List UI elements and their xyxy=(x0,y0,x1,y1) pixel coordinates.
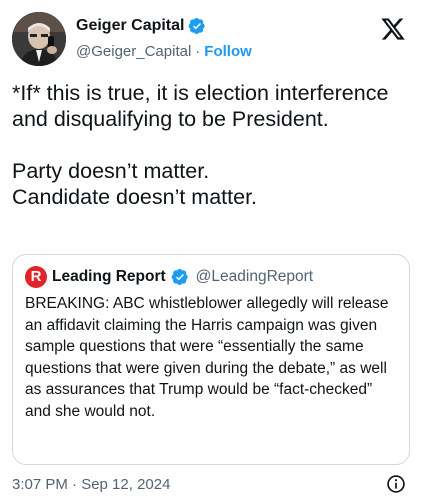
info-icon[interactable] xyxy=(386,474,406,494)
avatar-photo xyxy=(12,12,66,66)
tweet-header: Geiger Capital @Geiger_Capital · Follow xyxy=(12,12,410,66)
follow-button[interactable]: Follow xyxy=(204,43,252,60)
tweet-meta: 3:07 PM · Sep 12, 2024 xyxy=(12,473,410,495)
quote-body-text: BREAKING: ABC whistleblower allegedly wi… xyxy=(25,295,389,420)
quote-author-name[interactable]: Leading Report xyxy=(52,268,166,286)
author-handle[interactable]: @Geiger_Capital xyxy=(76,43,191,60)
quote-avatar[interactable]: R xyxy=(25,266,47,288)
quoted-tweet[interactable]: R Leading Report @LeadingReport BREAKING… xyxy=(12,254,410,465)
quote-author-handle[interactable]: @LeadingReport xyxy=(196,268,313,286)
x-logo-icon[interactable] xyxy=(380,16,406,42)
verified-badge-icon xyxy=(189,17,206,35)
verified-badge-icon xyxy=(171,268,188,286)
quote-avatar-letter: R xyxy=(30,268,42,285)
author-avatar[interactable] xyxy=(12,12,66,66)
tweet-text: *If* this is true, it is election interf… xyxy=(12,81,389,209)
author-name[interactable]: Geiger Capital xyxy=(76,17,184,35)
separator-dot: · xyxy=(195,42,201,60)
timestamp[interactable]: 3:07 PM · Sep 12, 2024 xyxy=(12,476,170,493)
